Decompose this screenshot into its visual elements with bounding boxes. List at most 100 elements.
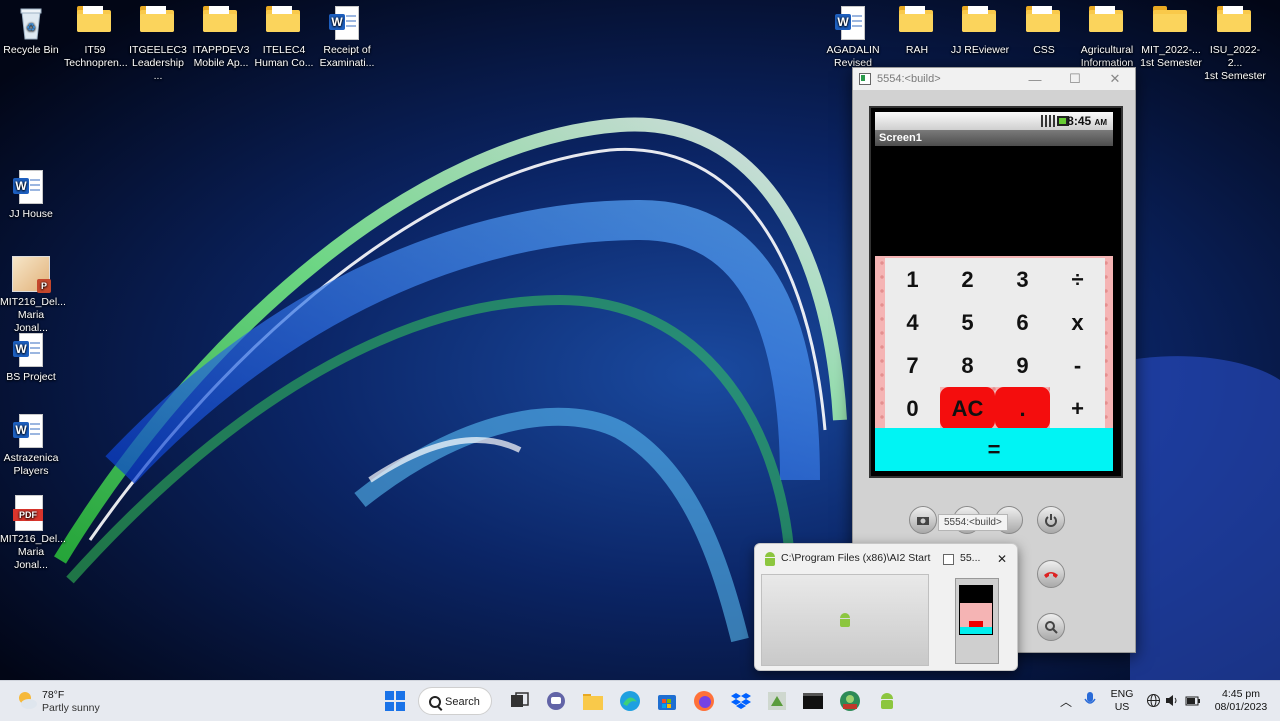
desktop-icon-label: ITELEC4 <box>262 44 306 56</box>
region-code: US <box>1114 701 1130 713</box>
edge-icon[interactable] <box>619 690 641 712</box>
desktop-icon-isu-2022[interactable]: ISU_2022-2... 1st Semester <box>1204 6 1266 83</box>
android-icon <box>838 613 852 627</box>
desktop-icon-label: AGADALIN <box>826 44 880 56</box>
key-clear[interactable]: AC <box>940 387 995 430</box>
end-call-button[interactable] <box>1037 560 1065 588</box>
desktop-icon-folder-itelec4[interactable]: ITELEC4 Human Co... <box>253 6 315 70</box>
battery-tray-icon[interactable] <box>1185 694 1201 712</box>
emulator-window-title: 5554:<build> <box>877 73 941 85</box>
key-minus[interactable]: - <box>1050 344 1105 387</box>
terminal-icon[interactable] <box>802 690 824 712</box>
weather-temp: 78°F <box>42 689 65 701</box>
key-plus[interactable]: + <box>1050 387 1105 430</box>
folder-icon <box>203 6 239 40</box>
start-button[interactable] <box>384 690 406 712</box>
desktop-icon-folder-itappdev3[interactable]: ITAPPDEV3 Mobile Ap... <box>190 6 252 70</box>
key-3[interactable]: 3 <box>995 258 1050 301</box>
key-multiply[interactable]: x <box>1050 301 1105 344</box>
desktop-icon-jj-reviewer[interactable]: JJ REviewer <box>949 6 1011 57</box>
clock[interactable]: 4:45 pm 08/01/2023 <box>1206 688 1276 714</box>
key-decimal[interactable]: . <box>995 387 1050 430</box>
desktop-icon-label: Maria Jonal... <box>14 309 48 334</box>
key-equals[interactable]: = <box>875 428 1113 471</box>
key-divide[interactable]: ÷ <box>1050 258 1105 301</box>
desktop-icon-label: Agricultural <box>1080 44 1134 56</box>
desktop-icon-recycle-bin[interactable]: ♻ Recycle Bin <box>0 6 62 57</box>
key-0[interactable]: 0 <box>885 387 940 430</box>
word-document-icon: W <box>835 6 871 40</box>
desktop-icon-astrazenica[interactable]: W Astrazenica Players <box>0 414 62 478</box>
android-emulator-icon[interactable] <box>876 690 898 712</box>
language-indicator[interactable]: ENG US <box>1108 688 1136 714</box>
key-9[interactable]: 9 <box>995 344 1050 387</box>
desktop-icon-label: BS Project <box>6 371 56 383</box>
key-7[interactable]: 7 <box>885 344 940 387</box>
network-globe-icon[interactable] <box>1146 693 1161 713</box>
desktop-icon-mit216-pdf[interactable]: PDF MIT216_Del... Maria Jonal... <box>0 495 66 572</box>
signal-icon <box>1041 115 1055 127</box>
file-explorer-icon[interactable] <box>582 690 604 712</box>
desktop-icon-folder-it59[interactable]: IT59 Technopren... <box>64 6 128 70</box>
desktop-icon-label: MIT216_Del... <box>0 296 66 308</box>
desktop-icon-label: Maria Jonal... <box>14 546 48 571</box>
preview-close-button[interactable]: ✕ <box>997 552 1007 566</box>
microphone-icon[interactable] <box>1084 691 1096 714</box>
desktop-icon-label: MIT216_Del... <box>0 533 66 545</box>
dropbox-icon[interactable] <box>730 690 752 712</box>
key-5[interactable]: 5 <box>940 301 995 344</box>
desktop-icon-bs-project[interactable]: W BS Project <box>0 333 62 384</box>
search-hw-button[interactable] <box>1037 613 1065 641</box>
emulator-screen[interactable]: 8:45 AM Screen1 1 2 3 ÷ 4 5 6 x 7 8 9 - … <box>869 106 1123 478</box>
word-document-icon: W <box>13 414 49 448</box>
desktop-icon-jj-house[interactable]: W JJ House <box>0 170 62 221</box>
key-1[interactable]: 1 <box>885 258 940 301</box>
search-icon <box>429 696 441 708</box>
desktop-icon-agadalin[interactable]: W AGADALIN Revised <box>822 6 884 70</box>
taskbar-search[interactable]: Search <box>418 687 492 715</box>
volume-icon[interactable] <box>1165 693 1180 713</box>
firefox-icon[interactable] <box>693 690 715 712</box>
desktop-icon-rah[interactable]: RAH <box>886 6 948 57</box>
chat-icon[interactable] <box>545 690 567 712</box>
taskbar-thumbnail-preview[interactable]: C:\Program Files (x86)\AI2 Start... 55..… <box>754 543 1018 671</box>
desktop-icon-label: Technopren... <box>64 57 128 69</box>
desktop-icon-receipt[interactable]: W Receipt of Examinati... <box>316 6 378 70</box>
folder-icon <box>1217 6 1253 40</box>
folder-icon <box>1153 6 1189 40</box>
desktop-icon-label: ITGEELEC3 <box>129 44 187 56</box>
desktop-icon-label: Mobile Ap... <box>193 57 249 69</box>
minimize-button[interactable]: — <box>1015 72 1055 87</box>
key-4[interactable]: 4 <box>885 301 940 344</box>
tray-overflow-chevron-icon[interactable]: ︿ <box>1060 693 1072 710</box>
search-label: Search <box>445 696 480 708</box>
desktop-icon-mit216-ppt[interactable]: P MIT216_Del... Maria Jonal... <box>0 256 66 335</box>
close-button[interactable]: ✕ <box>1095 71 1135 87</box>
camera-button[interactable] <box>909 506 937 534</box>
desktop-icon-css[interactable]: CSS <box>1013 6 1075 57</box>
desktop-icon-label: JJ House <box>9 208 53 220</box>
emulator-titlebar[interactable]: 5554:<build> — ☐ ✕ <box>853 68 1135 90</box>
ai2-starter-icon[interactable] <box>839 690 861 712</box>
preview-thumbnail-emulator[interactable] <box>955 578 999 664</box>
power-button[interactable] <box>1037 506 1065 534</box>
app-inventor-setup-icon[interactable] <box>766 690 788 712</box>
preview-title-1[interactable]: C:\Program Files (x86)\AI2 Start... <box>781 552 931 564</box>
word-document-icon: W <box>329 6 365 40</box>
microsoft-store-icon[interactable] <box>656 690 678 712</box>
key-8[interactable]: 8 <box>940 344 995 387</box>
preview-title-2[interactable]: 55... <box>960 552 990 564</box>
clock-time: 4:45 pm <box>1222 688 1260 700</box>
preview-thumbnail-ai2-starter[interactable] <box>761 574 929 666</box>
desktop-icon-agricultural[interactable]: Agricultural Information <box>1076 6 1138 70</box>
task-view-icon[interactable] <box>508 690 530 712</box>
desktop-icon-label: 1st Semester <box>1204 70 1266 82</box>
key-2[interactable]: 2 <box>940 258 995 301</box>
key-6[interactable]: 6 <box>995 301 1050 344</box>
desktop-icon-mit-2022[interactable]: MIT_2022-... 1st Semester <box>1140 6 1202 70</box>
weather-widget[interactable]: 78°F Partly sunny <box>16 687 126 717</box>
folder-icon <box>1026 6 1062 40</box>
maximize-button[interactable]: ☐ <box>1055 71 1095 87</box>
desktop-icon-label: ISU_2022-2... <box>1209 44 1261 69</box>
desktop-icon-folder-itgeelec3[interactable]: ITGEELEC3 Leadership ... <box>127 6 189 83</box>
